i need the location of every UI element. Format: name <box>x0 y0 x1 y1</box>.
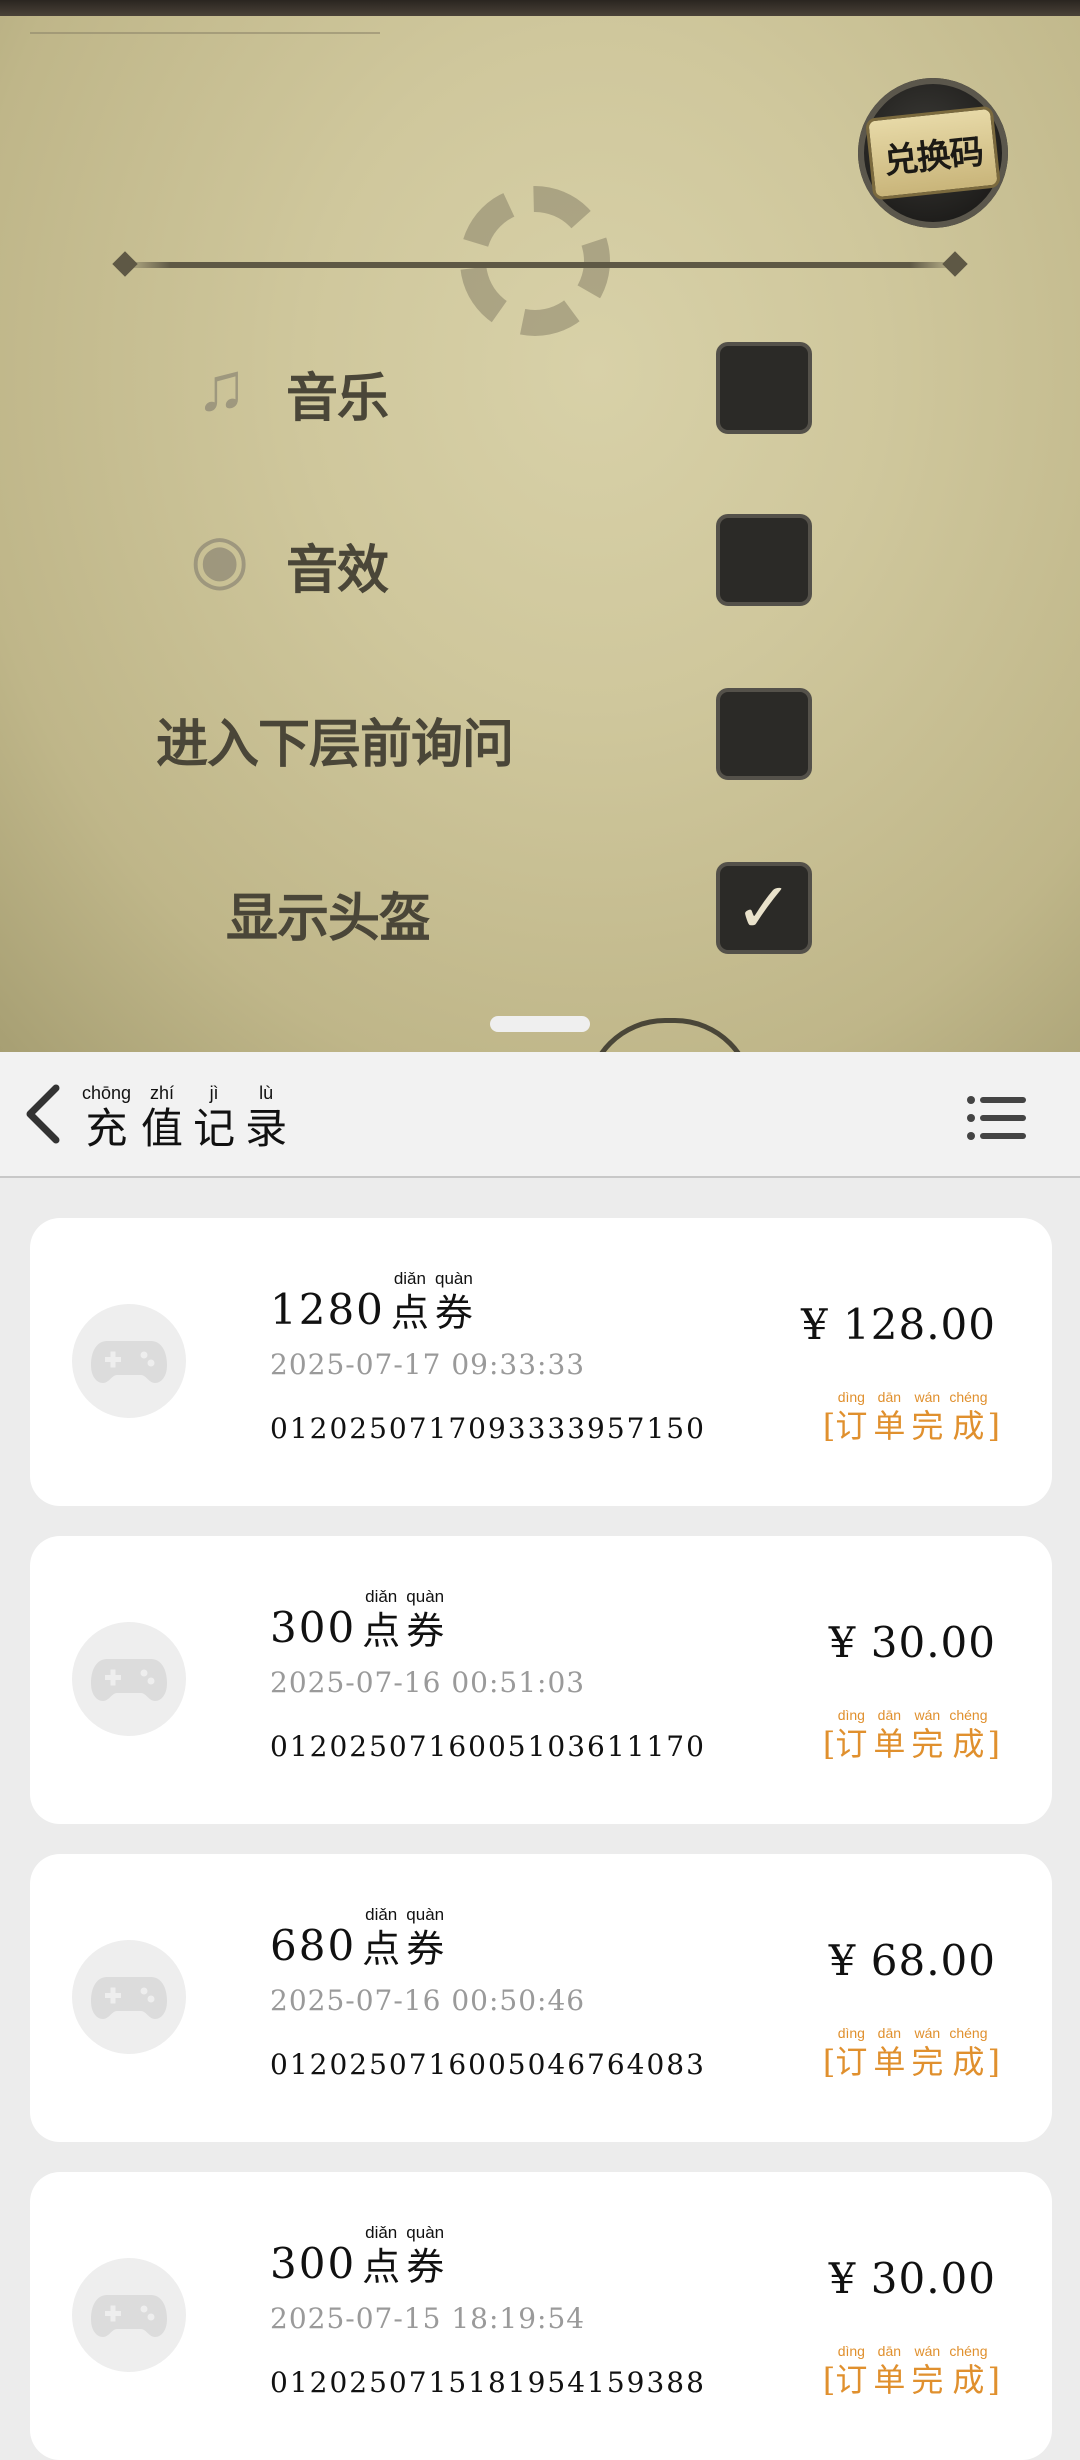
sheet-drag-handle[interactable] <box>490 1016 590 1032</box>
sound-effects-checkbox[interactable] <box>716 514 812 606</box>
amount-line: 300 diǎn 点 quàn 券 <box>270 1586 444 1654</box>
order-price: ¥ 128.00 <box>800 1300 996 1349</box>
redeem-code-button[interactable]: 兑换码 <box>858 78 1008 228</box>
order-date: 2025-07-17 09:33:33 <box>270 1348 586 1381</box>
setting-show-helmet: 显示头盔 ✓ <box>0 848 1080 958</box>
order-card[interactable]: 1280 diǎn 点 quàn 券 2025-07-17 09:33:33 012… <box>30 1218 1052 1506</box>
music-checkbox[interactable] <box>716 342 812 434</box>
music-note-icon: ♫ <box>196 349 247 425</box>
order-price: ¥ 68.00 <box>828 1936 996 1985</box>
unit-points: diǎn 点 quàn 券 <box>362 2223 445 2289</box>
order-card[interactable]: 300 diǎn 点 quàn 券 2025-07-15 18:19:54 0120… <box>30 2172 1052 2460</box>
game-settings-panel: 兑换码 ♫ 音乐 ◉ 音效 进入下层前询问 显示头盔 ✓ <box>0 0 1080 1052</box>
title-char: chōng 充 <box>82 1083 132 1153</box>
amount-line: 680 diǎn 点 quàn 券 <box>270 1904 444 1972</box>
title-char: zhí 值 <box>141 1083 184 1153</box>
order-card[interactable]: 680 diǎn 点 quàn 券 2025-07-16 00:50:46 0120… <box>30 1854 1052 2142</box>
chevron-left-icon[interactable] <box>16 1082 76 1146</box>
order-price: ¥ 30.00 <box>828 2254 996 2303</box>
gear-icon <box>460 186 610 336</box>
amount: 300 <box>270 2239 357 2288</box>
order-number: 0120250716005103611170 <box>270 1730 706 1763</box>
divider <box>120 262 960 268</box>
setting-sound-effects: ◉ 音效 <box>0 500 1080 610</box>
redeem-code-label: 兑换码 <box>882 131 985 182</box>
gamepad-icon <box>72 2258 186 2372</box>
order-number: 0120250715181954159388 <box>270 2366 706 2399</box>
list-menu-icon[interactable] <box>966 1094 1028 1142</box>
status-badge: [ dìng 订 dān 单 wán 完 chéng 成 ] <box>822 1707 1000 1763</box>
order-date: 2025-07-16 00:51:03 <box>270 1666 586 1699</box>
gamepad-icon <box>72 1940 186 2054</box>
partial-control <box>585 1018 755 1052</box>
setting-label: 进入下层前询问 <box>156 715 514 775</box>
checkmark-icon: ✓ <box>734 869 794 947</box>
title-char: jì 记 <box>193 1083 236 1153</box>
setting-label: 音效 <box>286 541 389 601</box>
gamepad-icon <box>72 1304 186 1418</box>
order-number: 0120250716005046764083 <box>270 2048 706 2081</box>
top-frame <box>0 0 1080 16</box>
setting-music: ♫ 音乐 <box>0 328 1080 438</box>
order-date: 2025-07-16 00:50:46 <box>270 1984 586 2017</box>
decorative-line <box>30 32 380 34</box>
amount: 680 <box>270 1921 357 1970</box>
order-date: 2025-07-15 18:19:54 <box>270 2302 586 2335</box>
order-price: ¥ 30.00 <box>828 1618 996 1667</box>
status-badge: [ dìng 订 dān 单 wán 完 chéng 成 ] <box>822 1389 1000 1445</box>
status-badge: [ dìng 订 dān 单 wán 完 chéng 成 ] <box>822 2025 1000 2081</box>
show-helmet-checkbox[interactable]: ✓ <box>716 862 812 954</box>
order-number: 0120250717093333957150 <box>270 1412 706 1445</box>
setting-ask-before-next-floor: 进入下层前询问 <box>0 674 1080 784</box>
scroll-icon: 兑换码 <box>865 105 1001 201</box>
unit-points: diǎn 点 quàn 券 <box>362 1587 445 1653</box>
amount: 300 <box>270 1603 357 1652</box>
sound-wave-icon: ◉ <box>190 521 250 597</box>
amount-line: 1280 diǎn 点 quàn 券 <box>270 1268 473 1336</box>
order-card[interactable]: 300 diǎn 点 quàn 券 2025-07-16 00:51:03 0120… <box>30 1536 1052 1824</box>
gamepad-icon <box>72 1622 186 1736</box>
unit-points: diǎn 点 quàn 券 <box>362 1905 445 1971</box>
recharge-header: chōng 充 zhí 值 jì 记 lù 录 <box>0 1052 1080 1178</box>
amount: 1280 <box>270 1285 385 1334</box>
ask-before-next-floor-checkbox[interactable] <box>716 688 812 780</box>
amount-line: 300 diǎn 点 quàn 券 <box>270 2222 444 2290</box>
setting-label: 音乐 <box>286 369 389 429</box>
status-badge: [ dìng 订 dān 单 wán 完 chéng 成 ] <box>822 2343 1000 2399</box>
setting-label: 显示头盔 <box>226 889 431 949</box>
unit-points: diǎn 点 quàn 券 <box>390 1269 473 1335</box>
page-title: chōng 充 zhí 值 jì 记 lù 录 <box>82 1082 287 1154</box>
title-char: lù 录 <box>245 1083 288 1153</box>
